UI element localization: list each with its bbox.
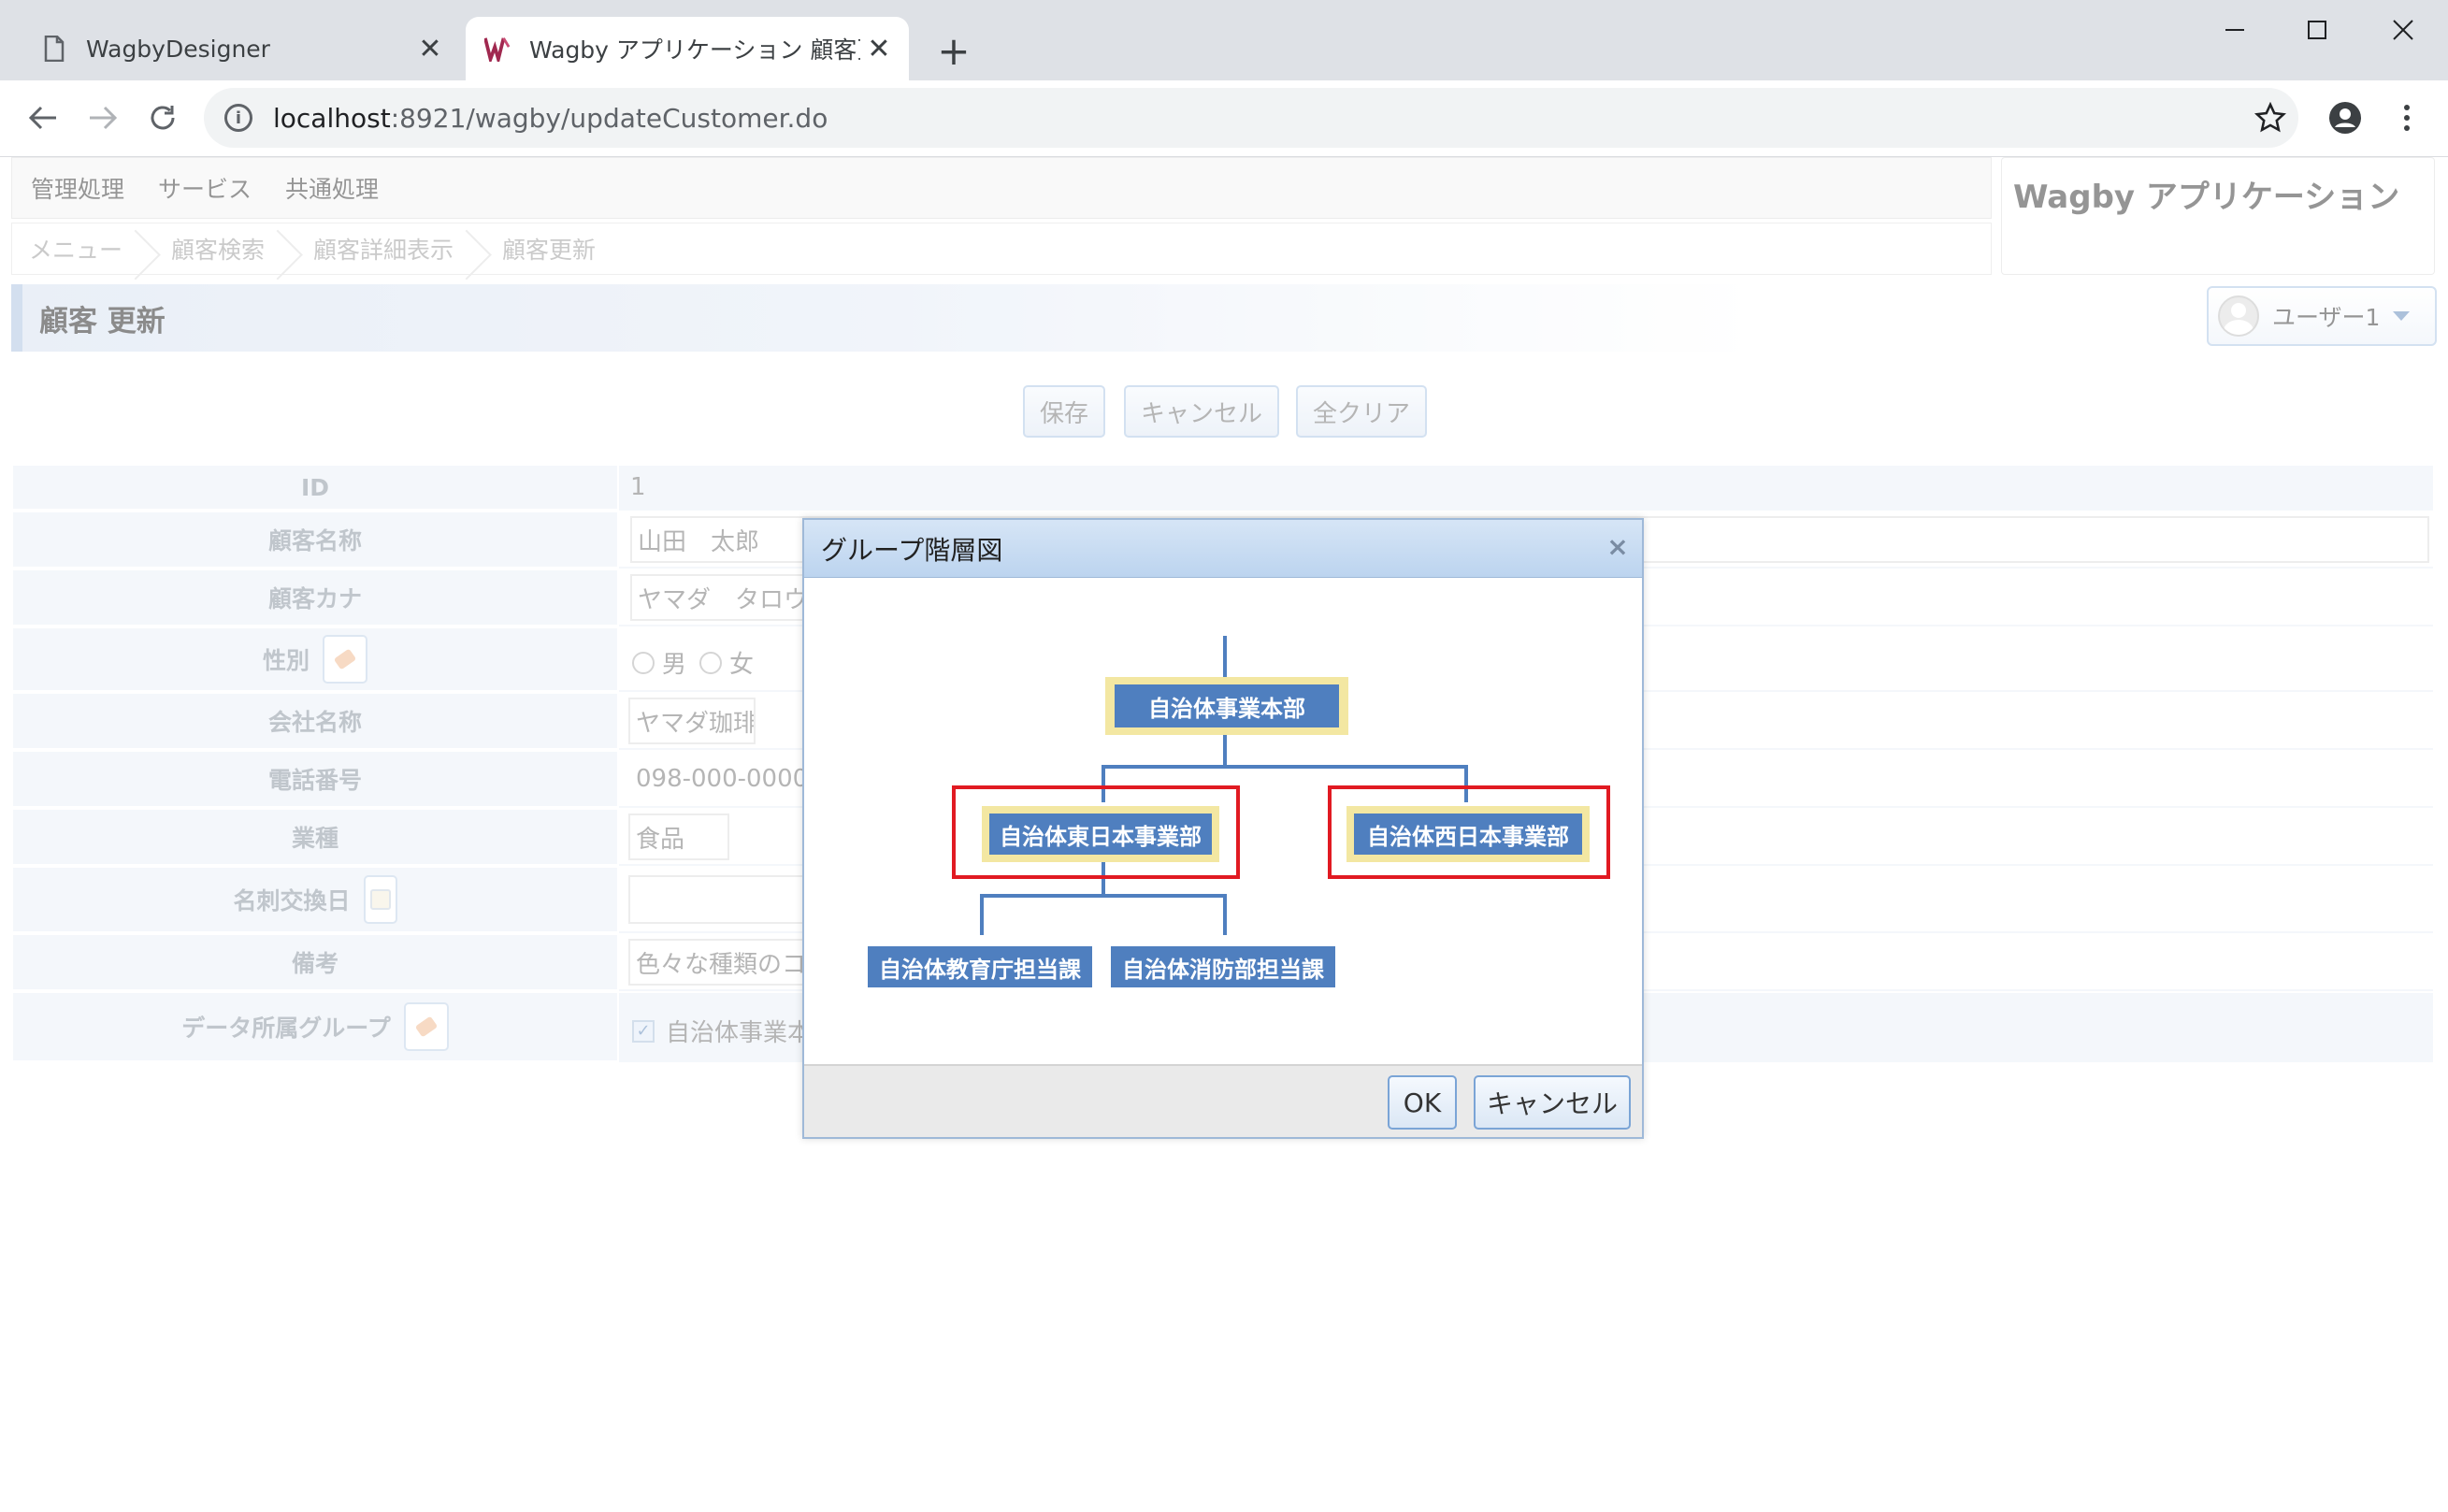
tab-wagby-designer[interactable]: WagbyDesigner ✕: [22, 17, 460, 80]
tree-connector: [1223, 729, 1227, 767]
tab-title: Wagby アプリケーション 顧客更新: [529, 36, 860, 64]
tree-connector: [1102, 765, 1468, 769]
wagby-logo-icon: [484, 35, 511, 63]
tree-connector: [980, 894, 984, 935]
info-icon[interactable]: i: [224, 104, 252, 132]
bookmark-star-icon[interactable]: [2244, 92, 2297, 144]
back-icon[interactable]: [17, 92, 69, 144]
reload-icon[interactable]: [137, 92, 189, 144]
tree-connector: [1223, 636, 1227, 681]
close-icon[interactable]: ✕: [411, 30, 449, 67]
tree-node-root[interactable]: 自治体事業本部: [1115, 684, 1339, 727]
tree-node-west[interactable]: 自治体西日本事業部: [1354, 814, 1582, 855]
forward-icon[interactable]: [77, 92, 129, 144]
tab-title: WagbyDesigner: [86, 35, 270, 63]
tree-node-fire[interactable]: 自治体消防部担当課: [1111, 946, 1335, 987]
url-host: localhost: [273, 102, 391, 134]
dialog-title: グループ階層図: [821, 534, 1003, 566]
maximize-icon[interactable]: [2280, 7, 2354, 52]
tree-connector: [980, 894, 1225, 898]
document-icon: [41, 35, 67, 63]
group-hierarchy-dialog: グループ階層図 × 自治体事業本部 自治体東日本事業部 自治体西日本事業部 自治…: [802, 518, 1644, 1139]
minimize-icon[interactable]: [2197, 7, 2272, 52]
tree-connector: [1223, 894, 1227, 935]
tree-node-east[interactable]: 自治体東日本事業部: [989, 814, 1212, 855]
address-bar[interactable]: i localhost:8921/wagby/updateCustomer.do: [204, 88, 2298, 148]
account-icon[interactable]: [2319, 92, 2371, 144]
close-icon[interactable]: ✕: [860, 30, 898, 67]
window-close-icon[interactable]: [2366, 7, 2441, 52]
more-menu-icon[interactable]: [2381, 92, 2433, 144]
ok-button[interactable]: OK: [1388, 1075, 1457, 1130]
tab-wagby-app[interactable]: Wagby アプリケーション 顧客更新 ✕: [466, 17, 909, 80]
dialog-header: グループ階層図: [804, 520, 1642, 578]
tree-node-education[interactable]: 自治体教育庁担当課: [868, 946, 1092, 987]
close-icon[interactable]: ×: [1601, 529, 1634, 563]
new-tab-icon[interactable]: +: [931, 28, 976, 74]
url-path: :8921/wagby/updateCustomer.do: [390, 102, 828, 134]
dialog-cancel-button[interactable]: キャンセル: [1474, 1075, 1631, 1130]
dialog-footer: OK キャンセル: [804, 1064, 1642, 1137]
